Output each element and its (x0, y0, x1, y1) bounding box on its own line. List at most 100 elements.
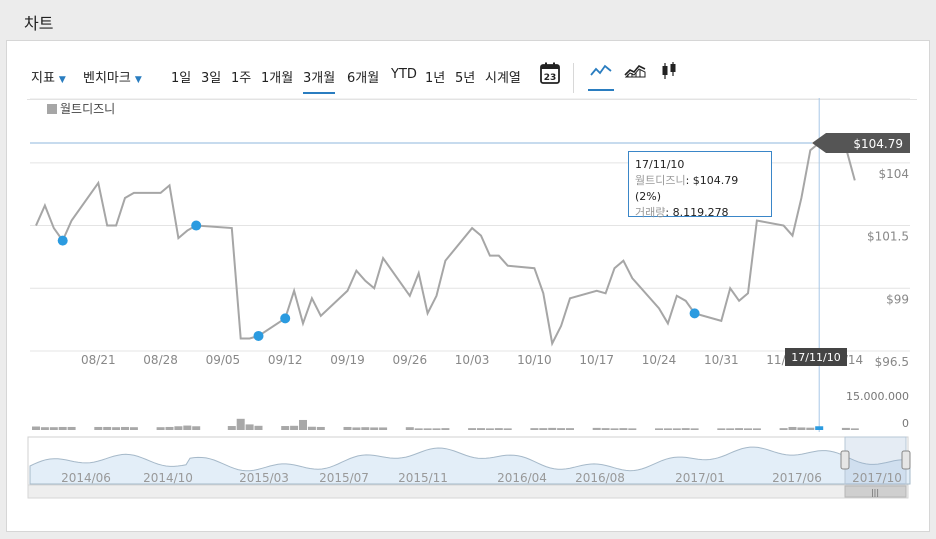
volume-bar (236, 418, 245, 430)
volume-bar (557, 428, 566, 430)
navigator-date-label: 2017/10 (852, 471, 902, 485)
tooltip-date: 17/11/10 (635, 158, 685, 171)
volume-bar (361, 427, 370, 430)
volume-bar (441, 428, 450, 430)
date-flag-label: 17/11/10 (791, 351, 840, 364)
volume-bar (566, 428, 574, 430)
volume-bar (245, 424, 254, 430)
volume-bar (94, 426, 103, 430)
volume-bar (281, 426, 290, 430)
volume-bar (370, 427, 379, 430)
event-marker (280, 313, 291, 324)
volume-bar (121, 426, 129, 430)
volume-bar (752, 428, 761, 430)
volume-bar (227, 426, 236, 430)
x-tick-label: 10/17 (579, 353, 614, 367)
volume-bar (494, 428, 503, 430)
y-tick-label: $96.5 (875, 355, 909, 369)
y-tick-label: $99 (886, 292, 909, 306)
volume-bar (316, 426, 325, 430)
volume-tick-zero: 0 (902, 417, 909, 430)
x-tick-label: 09/19 (330, 353, 365, 367)
navigator-date-label: 2017/06 (772, 471, 822, 485)
volume-bar (735, 428, 744, 430)
legend-swatch (47, 104, 57, 114)
navigator-date-label: 2015/07 (319, 471, 369, 485)
x-axis-ticks: 08/21 08/28 09/05 09/12 09/19 09/26 10/03 10/10… (81, 353, 863, 367)
volume-bar (663, 428, 672, 430)
navigator-handle-right[interactable] (901, 450, 911, 470)
navigator-date-label: 2016/04 (497, 471, 547, 485)
volume-bar (619, 428, 628, 430)
event-marker (689, 308, 700, 319)
volume-bar (40, 427, 49, 430)
volume-bar (299, 419, 307, 430)
x-tick-label: 10/03 (455, 353, 490, 367)
volume-bar (655, 428, 663, 430)
tooltip-series-label: 월트디즈니 (635, 174, 686, 187)
x-tick-label: 10/24 (642, 353, 677, 367)
data-tooltip: 17/11/10 월트디즈니: $104.79 (2%) 거래량: 8.119.… (628, 151, 772, 219)
navigator-date-label: 2016/08 (575, 471, 625, 485)
volume-bar (103, 426, 112, 430)
volume-bar (58, 426, 67, 430)
event-marker (253, 330, 264, 341)
volume-bar (744, 428, 752, 430)
scrollbar-grip-icon: ||| (871, 488, 879, 497)
volume-axis: 15.000.000 0 (846, 390, 909, 430)
legend-label: 월트디즈니 (60, 102, 115, 116)
volume-bar (779, 428, 788, 430)
price-flag-label: $104.79 (853, 137, 903, 151)
volume-bar (307, 426, 316, 430)
volume-bar (672, 428, 681, 430)
volume-bar (717, 428, 726, 430)
y-tick-label: $101.5 (867, 230, 909, 244)
volume-bar (503, 428, 512, 430)
navigator-date-label: 2017/01 (675, 471, 725, 485)
volume-bar (628, 428, 637, 430)
x-tick-label: 09/12 (268, 353, 303, 367)
volume-bar (468, 428, 477, 430)
crosshair-date-flag: 17/11/10 (785, 348, 847, 366)
volume-bar (690, 428, 699, 430)
x-tick-label: 10/10 (517, 353, 552, 367)
navigator-date-label: 2014/06 (61, 471, 111, 485)
volume-bar (405, 427, 414, 430)
volume-bar (539, 428, 548, 430)
navigator-date-label: 2014/10 (143, 471, 193, 485)
y-tick-label: $104 (878, 167, 909, 181)
legend: 월트디즈니 (47, 102, 115, 116)
event-marker (57, 235, 68, 246)
volume-bar (67, 426, 76, 430)
volume-bar (610, 428, 619, 430)
volume-bar (254, 425, 263, 430)
navigator-date-label: 2015/03 (239, 471, 289, 485)
volume-bar (788, 426, 797, 430)
volume-bar (806, 427, 815, 430)
x-tick-label: 08/21 (81, 353, 116, 367)
volume-bar (432, 428, 441, 430)
volume-bar (815, 426, 824, 430)
volume-bar (592, 427, 601, 430)
x-tick-label: 10/31 (704, 353, 739, 367)
volume-bar (192, 426, 201, 430)
volume-bars (32, 418, 859, 430)
navigator-date-label: 2015/11 (398, 471, 448, 485)
volume-bar (414, 428, 423, 430)
event-markers (57, 220, 700, 341)
tooltip-volume: : 8.119.278 (665, 206, 729, 219)
volume-bar (352, 427, 361, 430)
volume-bar (343, 426, 352, 430)
volume-bar (32, 426, 40, 430)
navigator[interactable]: 2014/06 2014/10 2015/03 2015/07 2015/11 2016/… (27, 436, 911, 499)
volume-bar (841, 427, 850, 430)
volume-bar (129, 427, 138, 430)
navigator-scrollbar[interactable] (27, 484, 909, 499)
volume-bar (156, 427, 165, 430)
volume-bar (726, 428, 735, 430)
volume-bar (112, 427, 121, 430)
volume-bar (850, 428, 859, 430)
volume-bar (174, 426, 183, 430)
event-marker (191, 220, 202, 231)
navigator-handle-left[interactable] (840, 450, 850, 470)
